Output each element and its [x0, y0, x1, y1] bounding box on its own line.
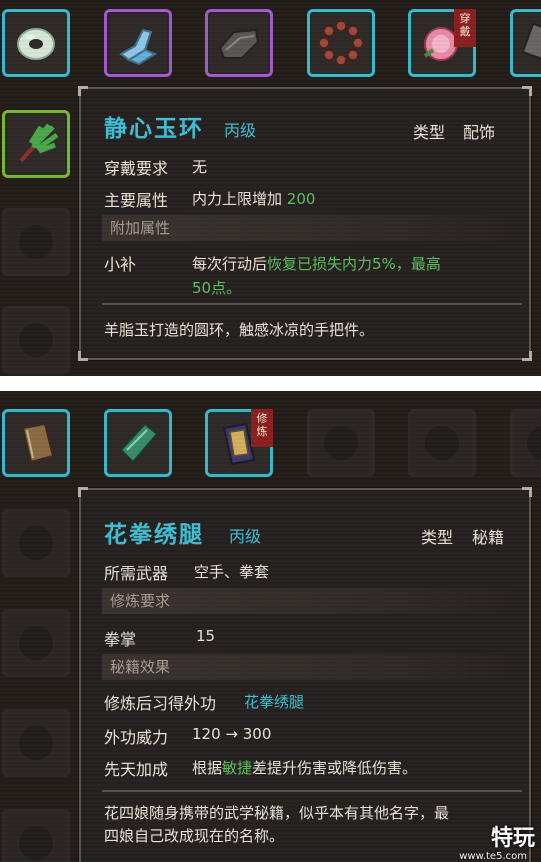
extra-attribute-header: 附加属性: [102, 215, 522, 241]
fist-palm-value: 15: [196, 627, 216, 645]
item-slot-purple-book[interactable]: 修炼: [205, 409, 273, 477]
green-book-icon: [119, 422, 159, 464]
empty-slot[interactable]: [2, 509, 70, 577]
empty-slot[interactable]: [510, 409, 541, 477]
main-attribute-value: 内力上限增加 200: [192, 190, 316, 208]
item-slot-herb-bundle[interactable]: [2, 110, 70, 178]
empty-slot[interactable]: [2, 709, 70, 777]
item-grade: 丙级: [224, 121, 257, 140]
wear-requirement-value: 无: [192, 158, 208, 176]
type-value: 秘籍: [472, 528, 505, 547]
item-slot-peony-flower[interactable]: 穿戴: [408, 9, 476, 77]
empty-slot[interactable]: [408, 409, 476, 477]
skill-book-tooltip: 花拳绣腿 丙级 类型 秘籍 所需武器 空手、拳套 修炼要求 拳掌 15 秘籍效果…: [78, 487, 532, 862]
prayer-beads-icon: [318, 20, 364, 66]
item-tooltip: 静心玉环 丙级 类型 配饰 穿戴要求 无 主要属性 内力上限增加 200 附加属…: [78, 86, 532, 361]
skill-book-panel: 修炼 花拳绣腿 丙级 类型 秘籍 所需武器 空手、拳套 修炼要求 拳掌 15 秘…: [0, 391, 541, 862]
item-slot-brown-book[interactable]: [2, 409, 70, 477]
type-label: 类型: [421, 528, 454, 547]
jade-ring-icon: [17, 28, 55, 60]
dark-stone-icon: [218, 28, 260, 59]
site-watermark-url: www.te5.com: [459, 851, 527, 862]
empty-slot[interactable]: [2, 208, 70, 276]
item-slot-green-book[interactable]: [104, 409, 172, 477]
empty-slot[interactable]: [2, 609, 70, 677]
skill-power-value: 120 → 300: [192, 725, 272, 743]
equipment-panel: 穿戴 静心玉环 丙级 类型 配饰 穿戴要求 无 主要属性 内力上限增加 200 …: [0, 0, 541, 376]
item-slot-partial[interactable]: [510, 9, 541, 77]
innate-bonus-label: 先天加成: [104, 760, 169, 779]
main-attribute-label: 主要属性: [104, 191, 169, 210]
empty-slot[interactable]: [2, 306, 70, 374]
wear-requirement-label: 穿戴要求: [104, 159, 169, 178]
empty-slot[interactable]: [307, 409, 375, 477]
type-label: 类型: [413, 123, 446, 142]
learned-skill-label: 修炼后习得外功: [104, 694, 217, 713]
book-grade: 丙级: [229, 527, 262, 546]
book-effect-header: 秘籍效果: [102, 654, 522, 680]
divider: [102, 790, 522, 792]
required-weapon-label: 所需武器: [104, 564, 169, 583]
required-weapon-value: 空手、拳套: [194, 563, 270, 581]
divider: [102, 303, 522, 305]
main-attribute-amount: 200: [286, 190, 316, 208]
extra-attribute-desc: 每次行动后恢复已损失内力5%，最高 50点。: [192, 255, 441, 297]
practicing-tag: 修炼: [251, 409, 273, 447]
herb-bundle-icon: [19, 123, 59, 163]
item-slot-blue-shoes[interactable]: [104, 9, 172, 77]
empty-slot[interactable]: [2, 809, 70, 862]
extra-attribute-name: 小补: [104, 255, 137, 274]
item-slot-prayer-beads[interactable]: [307, 9, 375, 77]
metal-item-icon: [521, 22, 541, 64]
innate-bonus-value: 根据敏捷差提升伤害或降低伤害。: [192, 759, 418, 777]
item-slot-dark-stone[interactable]: [205, 9, 273, 77]
type-value: 配饰: [463, 123, 496, 142]
site-watermark: 特玩: [490, 826, 535, 851]
fist-palm-label: 拳掌: [104, 630, 137, 649]
book-name: 花拳绣腿: [104, 522, 204, 548]
learned-skill-value: 花拳绣腿: [244, 693, 305, 711]
brown-book-icon: [21, 422, 55, 464]
wearing-tag: 穿戴: [454, 9, 476, 47]
item-name: 静心玉环: [104, 116, 204, 142]
practice-requirement-header: 修炼要求: [102, 588, 522, 614]
blue-shoes-icon: [119, 28, 158, 66]
item-slot-jade-ring[interactable]: [2, 9, 70, 77]
item-description: 羊脂玉打造的圆环，触感冰凉的手把件。: [104, 321, 375, 339]
skill-power-label: 外功威力: [104, 728, 169, 747]
book-description: 花四娘随身携带的武学秘籍，似乎本有其他名字，最 四娘自己改成现在的名称。: [104, 804, 450, 845]
